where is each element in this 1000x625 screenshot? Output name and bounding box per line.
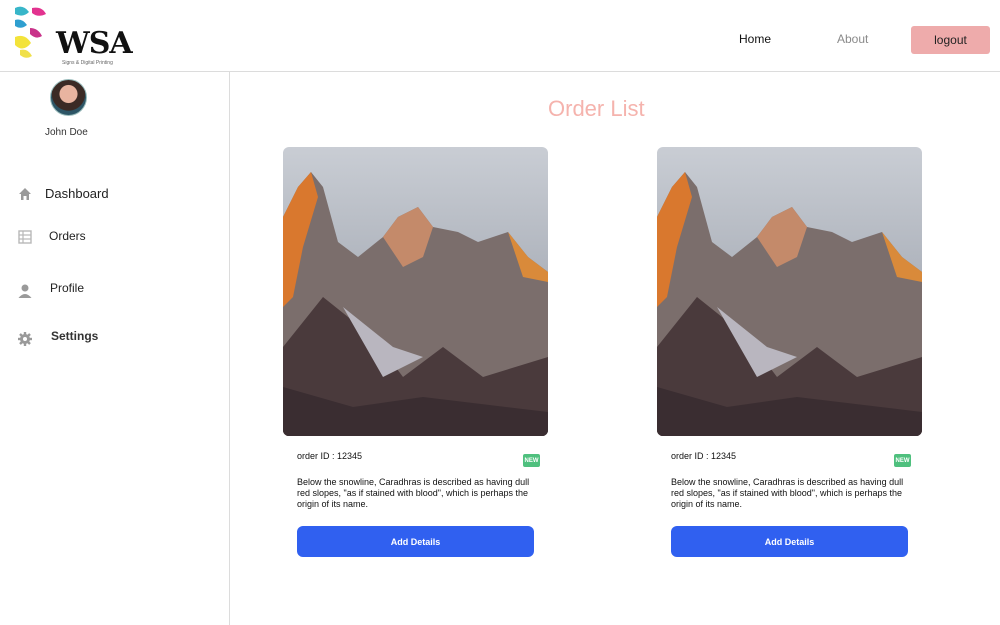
order-description: Below the snowline, Caradhras is describ… [671,477,904,509]
sidebar-item-label: Profile [50,281,85,295]
gear-icon [18,332,32,346]
sidebar-item-settings[interactable]: Settings [0,324,229,350]
order-id: order ID : 12345 [671,451,737,461]
list-icon [18,230,32,244]
sidebar-item-orders[interactable]: Orders [0,224,229,250]
nav-about-link[interactable]: About [837,32,868,46]
logo-tagline: Signs & Digital Printing [62,60,113,66]
new-badge: NEW [894,454,911,467]
mountain-image-art [283,172,548,436]
sidebar-item-label: Orders [49,229,86,243]
mountain-image-art [657,172,922,436]
mountain-image [657,147,922,436]
order-id: order ID : 12345 [297,451,363,461]
new-badge: NEW [523,454,540,467]
sidebar: John Doe Dashboard Orders Profile Settin… [0,72,230,625]
sidebar-item-label: Settings [51,329,99,343]
sidebar-item-dashboard[interactable]: Dashboard [0,181,229,207]
logo-text: WSA [56,26,133,61]
wsa-logo[interactable]: WSA Signs & Digital Printing [12,4,133,68]
order-card: order ID : 12345 NEW Below the snowline,… [657,147,922,567]
avatar[interactable] [50,79,87,116]
mountain-image [283,147,548,436]
order-description: Below the snowline, Caradhras is describ… [297,477,530,509]
add-details-button[interactable]: Add Details [297,526,534,557]
nav-home-link[interactable]: Home [739,32,771,46]
sidebar-item-label: Dashboard [45,186,109,201]
home-icon [19,188,31,200]
order-card: order ID : 12345 NEW Below the snowline,… [283,147,548,567]
add-details-button[interactable]: Add Details [671,526,908,557]
logo-ornament-icon [15,6,46,58]
user-icon [18,284,32,298]
logout-button[interactable]: logout [911,26,990,54]
page-title: Order List [548,96,645,121]
top-header: WSA Signs & Digital Printing Home About … [0,0,1000,72]
user-name: John Doe [45,127,88,138]
sidebar-item-profile[interactable]: Profile [0,276,229,302]
